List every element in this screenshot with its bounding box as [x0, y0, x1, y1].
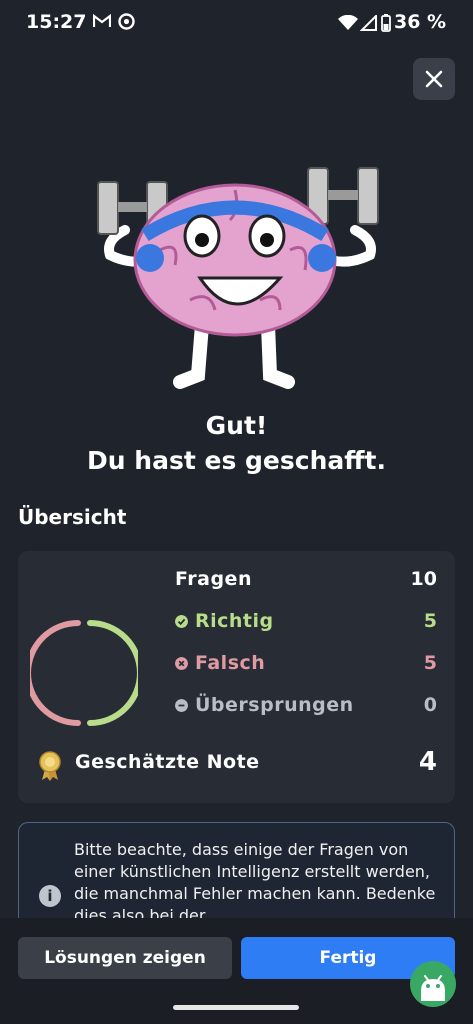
show-solutions-button[interactable]: Lösungen zeigen	[18, 937, 232, 979]
correct-label: Richtig	[195, 610, 274, 632]
questions-label: Fragen	[175, 568, 252, 590]
close-icon	[425, 70, 443, 88]
estimated-grade-row: Geschätzte Note 4	[18, 747, 455, 787]
headline-line-1: Gut!	[205, 411, 268, 440]
wrong-row: Falsch 5	[175, 652, 455, 680]
medal-icon	[39, 751, 61, 781]
android-icon[interactable]	[410, 961, 456, 1007]
check-circle-icon	[175, 615, 188, 628]
signal-icon	[360, 15, 377, 31]
close-button[interactable]	[413, 58, 455, 100]
result-headline: Gut! Du hast es geschafft.	[0, 408, 473, 478]
chrome-icon	[118, 13, 135, 30]
grade-value: 4	[418, 747, 437, 777]
wrong-value: 5	[423, 652, 437, 674]
overview-title: Übersicht	[18, 505, 127, 529]
battery-icon	[381, 14, 391, 32]
wifi-icon	[338, 15, 358, 30]
gmail-icon	[93, 14, 111, 27]
questions-row: Fragen 10	[175, 568, 455, 596]
battery-percentage: 36 %	[394, 11, 447, 33]
brain-mascot-illustration	[97, 167, 379, 389]
questions-value: 10	[410, 568, 437, 590]
skipped-row: Übersprungen 0	[175, 694, 455, 722]
headline-line-2: Du hast es geschafft.	[87, 446, 386, 475]
skipped-label: Übersprungen	[195, 694, 354, 716]
correct-row: Richtig 5	[175, 610, 455, 638]
minus-circle-icon	[175, 699, 188, 712]
grade-label: Geschätzte Note	[75, 751, 260, 773]
info-icon: i	[39, 885, 61, 907]
status-time: 15:27	[26, 11, 87, 33]
x-circle-icon	[175, 657, 188, 670]
wrong-label: Falsch	[195, 652, 266, 674]
status-bar: 15:27 36 %	[0, 0, 473, 48]
skipped-value: 0	[423, 694, 437, 716]
results-donut-chart	[30, 620, 138, 726]
android-robot-icon	[421, 975, 445, 1001]
ai-disclaimer-text: Bitte beachte, dass einige der Fragen vo…	[74, 840, 436, 925]
gesture-nav-handle[interactable]	[173, 1005, 299, 1010]
results-card: Fragen 10 Richtig 5 Falsch 5 Übersprunge…	[18, 551, 455, 803]
correct-value: 5	[423, 610, 437, 632]
